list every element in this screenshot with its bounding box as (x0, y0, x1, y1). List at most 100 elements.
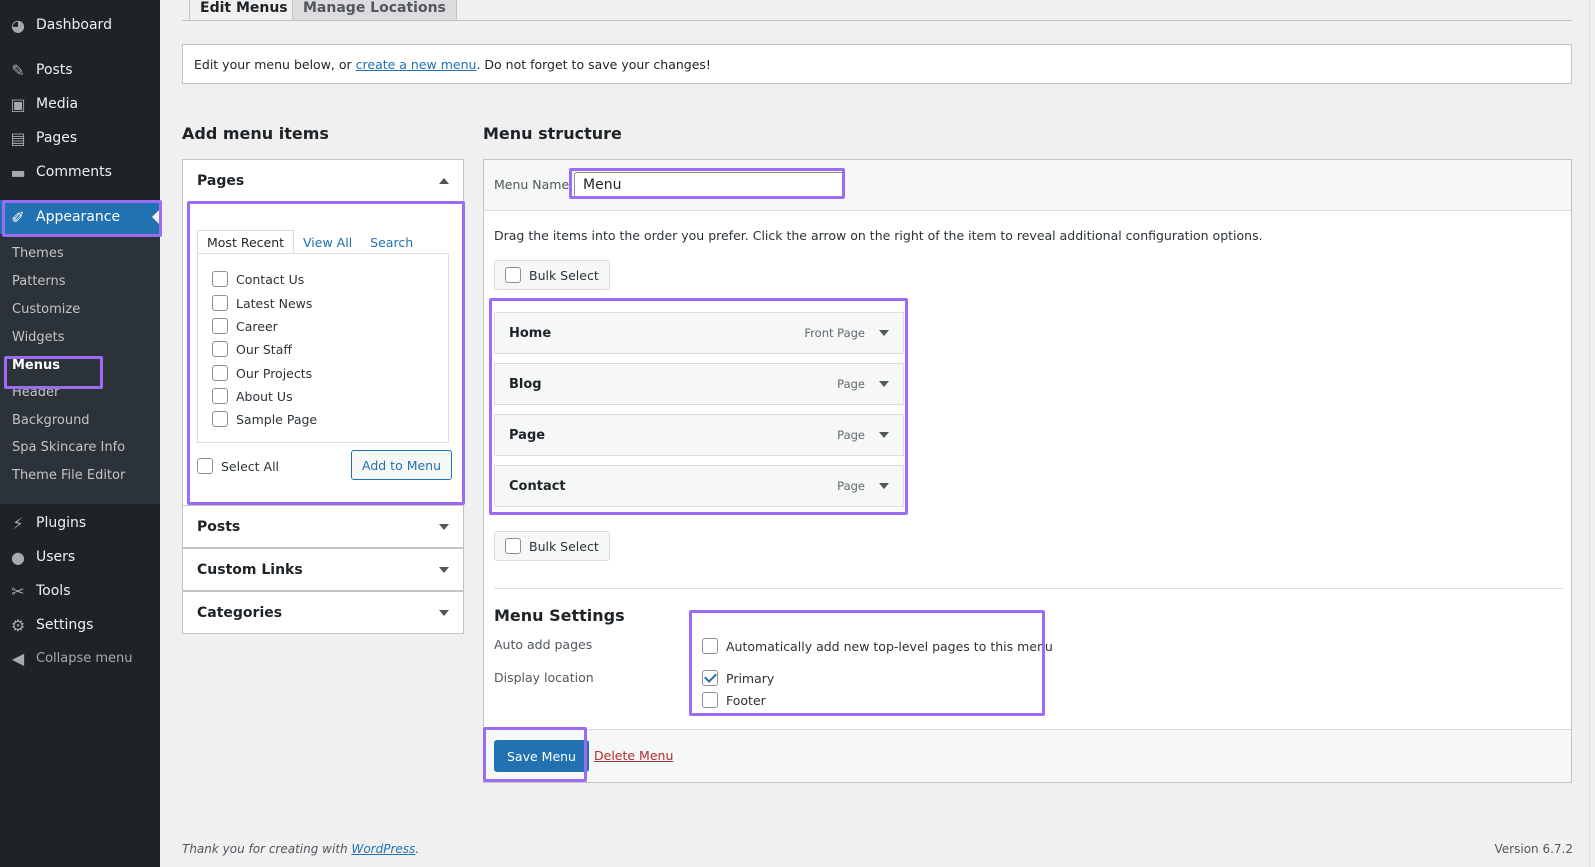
checkbox[interactable] (212, 295, 228, 311)
nav-settings[interactable]: ⚙ Settings (0, 608, 160, 642)
plugin-icon: ⚡ (12, 513, 24, 533)
categories-accordion-title: Categories (197, 605, 283, 621)
categories-accordion[interactable]: Categories (182, 591, 464, 634)
delete-menu-link[interactable]: Delete Menu (594, 748, 673, 763)
menu-item-title: Home (509, 325, 552, 341)
expand-arrow-icon[interactable] (879, 381, 889, 387)
nav-tools[interactable]: ✂ Tools (0, 574, 160, 608)
nav-label: Media (36, 96, 79, 112)
checkbox[interactable] (702, 638, 718, 654)
settings-icon: ⚙ (10, 615, 26, 635)
page-option-label: Contact Us (236, 271, 305, 287)
tab-view-all[interactable]: View All (294, 230, 361, 254)
checkbox[interactable] (505, 267, 521, 283)
submenu-theme-file-editor[interactable]: Theme File Editor (12, 464, 125, 486)
submenu-patterns[interactable]: Patterns (12, 270, 66, 292)
nav-users[interactable]: ● Users (0, 540, 160, 574)
menu-item-home[interactable]: Home Front Page (494, 312, 904, 354)
custom-links-accordion-title: Custom Links (197, 562, 303, 578)
page-option-label: Our Staff (236, 341, 292, 357)
checkbox[interactable] (212, 388, 228, 404)
page-option-latest-news[interactable]: Latest News (212, 295, 312, 311)
location-primary-checkbox[interactable]: Primary (702, 670, 774, 686)
submenu-header[interactable]: Header (12, 381, 59, 403)
submenu-customize[interactable]: Customize (12, 298, 80, 320)
nav-label: Posts (36, 62, 73, 78)
page-option-our-projects[interactable]: Our Projects (212, 365, 312, 381)
auto-add-option-label: Automatically add new top-level pages to… (726, 638, 1053, 654)
page-option-about-us[interactable]: About Us (212, 388, 293, 404)
menu-item-page[interactable]: Page Page (494, 414, 904, 456)
drag-instructions: Drag the items into the order you prefer… (494, 228, 1263, 243)
media-icon: ▣ (10, 94, 26, 114)
add-to-menu-button[interactable]: Add to Menu (351, 450, 453, 480)
page-option-sample-page[interactable]: Sample Page (212, 411, 317, 427)
tab-most-recent[interactable]: Most Recent (197, 230, 295, 254)
nav-plugins[interactable]: ⚡ Plugins (0, 506, 160, 540)
submenu-themes[interactable]: Themes (12, 242, 64, 264)
nav-dashboard[interactable]: ◕ Dashboard (0, 8, 160, 42)
expand-arrow-icon[interactable] (879, 330, 889, 336)
checkbox-checked[interactable] (702, 670, 718, 686)
tab-manage-locations[interactable]: Manage Locations (292, 0, 457, 20)
posts-accordion-header[interactable]: Posts (183, 506, 463, 548)
custom-links-accordion[interactable]: Custom Links (182, 548, 464, 591)
nav-appearance[interactable]: ✐ Appearance (0, 200, 160, 234)
submenu-background[interactable]: Background (12, 409, 90, 431)
nav-label: Comments (36, 164, 112, 180)
menu-item-blog[interactable]: Blog Page (494, 363, 904, 405)
user-icon: ● (11, 547, 25, 567)
collapse-label: Collapse menu (36, 650, 133, 666)
nav-label: Dashboard (36, 17, 112, 33)
collapse-arrow-icon (439, 178, 449, 184)
page-option-career[interactable]: Career (212, 318, 278, 334)
wordpress-link[interactable]: WordPress (351, 842, 415, 856)
page-option-contact-us[interactable]: Contact Us (212, 271, 304, 287)
auto-add-checkbox[interactable]: Automatically add new top-level pages to… (702, 638, 1053, 654)
footer-thanks-before: Thank you for creating with (182, 842, 352, 856)
collapse-menu-button[interactable]: ◀ Collapse menu (0, 641, 160, 675)
pages-accordion-title: Pages (197, 173, 245, 189)
menu-item-contact[interactable]: Contact Page (494, 465, 904, 507)
admin-sidebar: ◕ Dashboard ✎ Posts ▣ Media ▤ Pages ▬ Co… (0, 0, 160, 867)
nav-pages[interactable]: ▤ Pages (0, 121, 160, 155)
nav-label: Users (36, 549, 76, 565)
create-new-menu-link[interactable]: create a new menu (356, 57, 477, 72)
page-option-our-staff[interactable]: Our Staff (212, 341, 292, 357)
expand-arrow-icon[interactable] (879, 432, 889, 438)
posts-accordion[interactable]: Posts (182, 505, 464, 548)
checkbox[interactable] (505, 538, 521, 554)
tab-search[interactable]: Search (361, 230, 422, 254)
expand-arrow-icon (439, 524, 449, 530)
checkbox[interactable] (212, 271, 228, 287)
checkbox[interactable] (212, 411, 228, 427)
submenu-menus[interactable]: Menus (12, 354, 60, 376)
submenu-widgets[interactable]: Widgets (12, 326, 65, 348)
custom-links-accordion-header[interactable]: Custom Links (183, 549, 463, 591)
tab-edit-menus[interactable]: Edit Menus (189, 0, 299, 20)
nav-comments[interactable]: ▬ Comments (0, 155, 160, 189)
select-all-checkbox[interactable]: Select All (197, 458, 279, 474)
checkbox[interactable] (212, 318, 228, 334)
checkbox[interactable] (212, 341, 228, 357)
menu-item-title: Contact (509, 478, 566, 494)
checkbox[interactable] (197, 458, 213, 474)
location-footer-checkbox[interactable]: Footer (702, 692, 766, 708)
nav-label: Settings (36, 617, 94, 633)
scrollbar[interactable] (1589, 0, 1595, 867)
wrench-icon: ✂ (11, 581, 25, 601)
checkbox[interactable] (212, 365, 228, 381)
save-menu-button[interactable]: Save Menu (494, 740, 589, 772)
expand-arrow-icon[interactable] (879, 483, 889, 489)
bulk-select-button-top[interactable]: Bulk Select (494, 260, 610, 290)
nav-media[interactable]: ▣ Media (0, 87, 160, 121)
menu-name-input[interactable] (574, 172, 844, 198)
pages-accordion-header[interactable]: Pages (183, 160, 463, 202)
checkbox[interactable] (702, 692, 718, 708)
bulk-select-button-bottom[interactable]: Bulk Select (494, 531, 610, 561)
menu-structure-heading: Menu structure (483, 124, 622, 143)
categories-accordion-header[interactable]: Categories (183, 592, 463, 634)
submenu-spa-skincare-info[interactable]: Spa Skincare Info (12, 436, 125, 458)
appearance-submenu: Themes Patterns Customize Widgets Menus … (0, 234, 160, 504)
nav-posts[interactable]: ✎ Posts (0, 53, 160, 87)
